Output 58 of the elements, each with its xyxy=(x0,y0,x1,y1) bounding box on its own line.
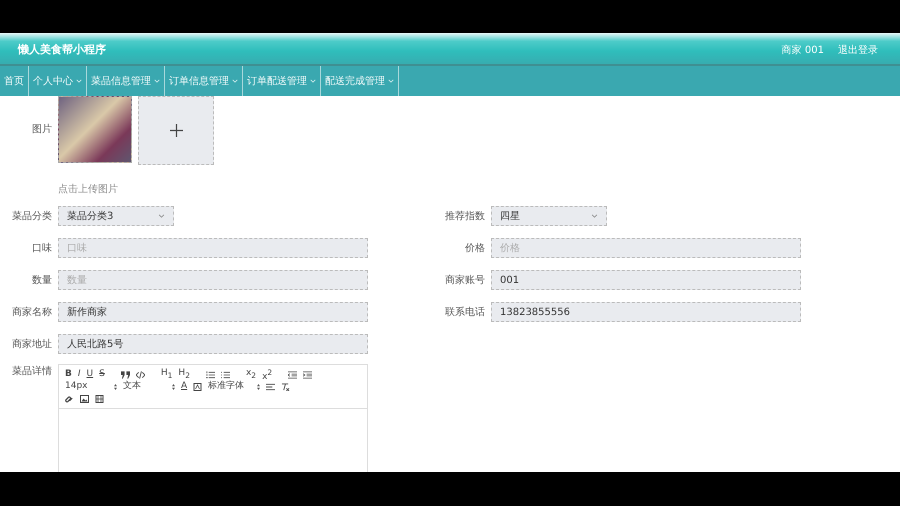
input-field[interactable]: 新作商家 xyxy=(58,302,368,322)
updown-icon xyxy=(172,384,175,390)
format-button[interactable]: x$_{2}$ xyxy=(246,368,256,381)
link-icon[interactable] xyxy=(65,394,74,402)
app-title: 懒人美食帮小程序 xyxy=(18,42,107,57)
indent-icon[interactable] xyxy=(303,370,312,378)
input-field[interactable]: 13823855556 xyxy=(491,302,801,322)
select-field[interactable]: 菜品分类3 xyxy=(58,206,174,226)
updown-icon xyxy=(257,384,260,390)
format-button[interactable]: x$^{2}$ xyxy=(262,366,272,382)
toolbar-dropdown[interactable]: 标准字体 xyxy=(208,381,260,392)
toolbar-dropdown[interactable]: 14px xyxy=(65,381,117,392)
field-label: 商家名称 xyxy=(11,306,52,319)
code-icon[interactable] xyxy=(136,370,145,378)
video-icon[interactable] xyxy=(95,394,104,402)
caret-icon xyxy=(154,79,160,83)
caret-icon xyxy=(232,79,238,83)
format-button[interactable]: S xyxy=(99,369,105,380)
format-button[interactable]: A xyxy=(181,381,188,392)
input-field[interactable]: 数量 xyxy=(58,270,368,290)
select-field[interactable]: 四星 xyxy=(491,206,607,226)
format-button[interactable]: U xyxy=(86,369,94,380)
user-name: 商家 001 xyxy=(782,44,824,56)
format-button[interactable]: I xyxy=(78,369,81,380)
bullet-list-icon[interactable] xyxy=(220,370,230,378)
caret-icon xyxy=(310,79,316,83)
numbered-list-icon[interactable] xyxy=(206,370,215,378)
format-button[interactable]: H$_{2}$ xyxy=(178,368,190,381)
highlight-icon[interactable] xyxy=(193,382,202,390)
input-field[interactable]: 口味 xyxy=(58,238,368,258)
clear-format-icon[interactable] xyxy=(281,382,290,390)
plus-icon xyxy=(170,124,182,137)
field-label: 数量 xyxy=(31,274,52,287)
chevron-icon xyxy=(158,214,165,218)
field-label: 联系电话 xyxy=(444,306,485,319)
field-label: 图片 xyxy=(31,122,52,136)
quote-icon[interactable] xyxy=(120,370,130,378)
field-label: 菜品分类 xyxy=(11,210,52,223)
field-label: 菜品详情 xyxy=(11,364,52,378)
field-label: 商家账号 xyxy=(444,274,485,287)
format-button[interactable]: B xyxy=(65,369,72,380)
updown-icon xyxy=(114,384,117,390)
input-field[interactable]: 价格 xyxy=(491,238,801,258)
outdent-icon[interactable] xyxy=(288,370,298,378)
format-button[interactable]: H$_{1}$ xyxy=(160,368,172,381)
caret-icon xyxy=(388,79,394,83)
field-label: 价格 xyxy=(464,242,485,255)
toolbar-dropdown[interactable]: 文本 xyxy=(123,381,175,392)
caret-icon xyxy=(76,79,82,83)
field-label: 商家地址 xyxy=(11,338,52,351)
field-label: 推荐指数 xyxy=(444,210,485,223)
input-field[interactable]: 001 xyxy=(491,270,801,290)
field-label: 口味 xyxy=(31,242,52,255)
image-icon[interactable] xyxy=(80,394,89,402)
input-field[interactable]: 人民北路5号 xyxy=(58,334,368,354)
align-icon[interactable] xyxy=(266,382,276,390)
chevron-icon xyxy=(591,214,598,218)
upload-hint: 点击上传图片 xyxy=(58,182,119,196)
